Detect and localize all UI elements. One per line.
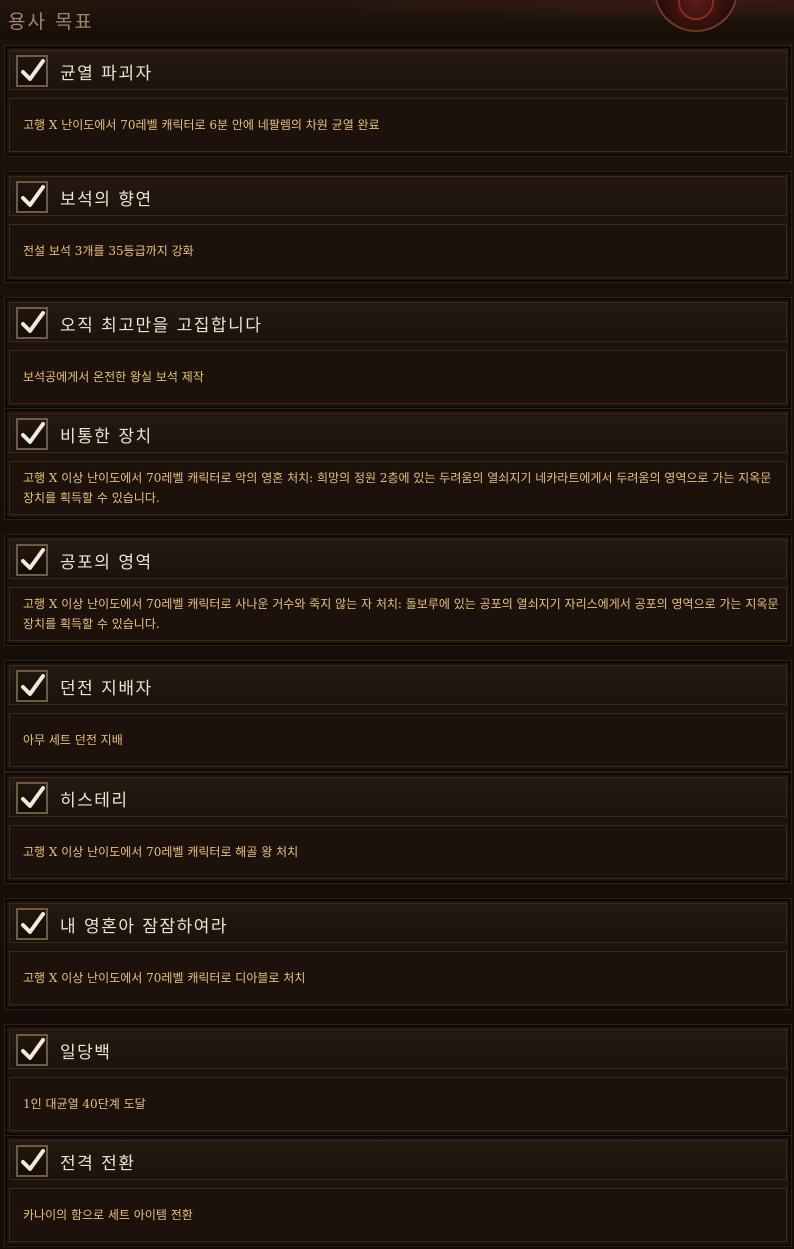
achievement-desc-box: 카나이의 함으로 세트 아이템 전환 (9, 1188, 787, 1242)
achievement-card: 내 영혼아 잠잠하여라 고행 X 이상 난이도에서 70레벨 캐릭터로 디아블로… (4, 898, 792, 1010)
achievement-title: 균열 파괴자 (60, 64, 153, 84)
achievement-title: 히스테리 (60, 791, 129, 811)
panel-header: 용사 목표 (0, 0, 794, 40)
checkmark-icon (16, 181, 48, 213)
achievement-desc-box: 1인 대균열 40단계 도달 (9, 1077, 787, 1131)
achievement-desc-box: 고행 X 이상 난이도에서 70레벨 캐릭터로 사나운 거수와 죽지 않는 자 … (9, 587, 787, 641)
achievement-card: 히스테리 고행 X 이상 난이도에서 70레벨 캐릭터로 해골 왕 처치 (4, 772, 792, 884)
achievement-title-bar: 던전 지배자 (9, 665, 787, 705)
achievement-title: 공포의 영역 (60, 553, 153, 573)
checkmark-icon (16, 1034, 48, 1066)
achievement-desc-box: 고행 X 이상 난이도에서 70레벨 캐릭터로 악의 영혼 처치: 희망의 정원… (9, 461, 787, 515)
achievement-desc: 고행 X 이상 난이도에서 70레벨 캐릭터로 해골 왕 처치 (23, 845, 299, 859)
checkmark-icon (16, 782, 48, 814)
achievement-desc: 1인 대균열 40단계 도달 (23, 1097, 146, 1111)
crest-emblem-icon (654, 0, 738, 32)
achievement-desc-box: 고행 X 난이도에서 70레벨 캐릭터로 6분 안에 네팔렘의 차원 균열 완료 (9, 98, 787, 152)
achievement-card: 보석의 향연 전설 보석 3개를 35등급까지 강화 (4, 171, 792, 283)
achievement-desc-box: 고행 X 이상 난이도에서 70레벨 캐릭터로 해골 왕 처치 (9, 825, 787, 879)
achievement-desc-box: 고행 X 이상 난이도에서 70레벨 캐릭터로 디아블로 처치 (9, 951, 787, 1005)
achievement-title-bar: 균열 파괴자 (9, 50, 787, 90)
achievement-title: 보석의 향연 (60, 190, 153, 210)
achievement-title-bar: 내 영혼아 잠잠하여라 (9, 903, 787, 943)
achievement-card: 일당백 1인 대균열 40단계 도달 (4, 1024, 792, 1136)
achievement-title-bar: 공포의 영역 (9, 539, 787, 579)
achievement-title-bar: 일당백 (9, 1029, 787, 1069)
checkmark-icon (16, 908, 48, 940)
achievement-card: 비통한 장치 고행 X 이상 난이도에서 70레벨 캐릭터로 악의 영혼 처치:… (4, 408, 792, 520)
achievement-card: 균열 파괴자 고행 X 난이도에서 70레벨 캐릭터로 6분 안에 네팔렘의 차… (4, 45, 792, 157)
achievement-desc: 전설 보석 3개를 35등급까지 강화 (23, 244, 194, 258)
achievement-title: 오직 최고만을 고집합니다 (60, 316, 263, 336)
achievement-card: 오직 최고만을 고집합니다 보석공에게서 온전한 왕실 보석 제작 (4, 297, 792, 409)
achievement-title: 일당백 (60, 1043, 112, 1063)
achievement-desc: 고행 X 이상 난이도에서 70레벨 캐릭터로 악의 영혼 처치: 희망의 정원… (23, 471, 772, 505)
achievement-card: 공포의 영역 고행 X 이상 난이도에서 70레벨 캐릭터로 사나운 거수와 죽… (4, 534, 792, 646)
achievement-desc-box: 전설 보석 3개를 35등급까지 강화 (9, 224, 787, 278)
achievement-desc: 카나이의 함으로 세트 아이템 전환 (23, 1208, 193, 1222)
achievement-card: 전격 전환 카나이의 함으로 세트 아이템 전환 (4, 1135, 792, 1247)
achievement-title-bar: 오직 최고만을 고집합니다 (9, 302, 787, 342)
achievement-title-bar: 비통한 장치 (9, 413, 787, 453)
achievement-title: 비통한 장치 (60, 427, 153, 447)
achievement-title: 전격 전환 (60, 1154, 136, 1174)
achievement-title: 내 영혼아 잠잠하여라 (60, 917, 229, 937)
achievement-desc-box: 보석공에게서 온전한 왕실 보석 제작 (9, 350, 787, 404)
achievement-title-bar: 히스테리 (9, 777, 787, 817)
checkmark-icon (16, 418, 48, 450)
checkmark-icon (16, 1145, 48, 1177)
panel-title: 용사 목표 (8, 11, 94, 33)
achievement-desc: 고행 X 이상 난이도에서 70레벨 캐릭터로 디아블로 처치 (23, 971, 306, 985)
achievement-desc: 고행 X 난이도에서 70레벨 캐릭터로 6분 안에 네팔렘의 차원 균열 완료 (23, 118, 380, 132)
checkmark-icon (16, 55, 48, 87)
achievement-desc: 보석공에게서 온전한 왕실 보석 제작 (23, 370, 204, 384)
achievement-panel: 용사 목표 균열 파괴자 고행 X 난이도에서 70레벨 캐릭터로 6분 안에 … (0, 0, 794, 1249)
checkmark-icon (16, 670, 48, 702)
achievement-card: 던전 지배자 아무 세트 던전 지배 (4, 660, 792, 772)
achievement-desc-box: 아무 세트 던전 지배 (9, 713, 787, 767)
achievement-title: 던전 지배자 (60, 679, 153, 699)
achievement-desc: 고행 X 이상 난이도에서 70레벨 캐릭터로 사나운 거수와 죽지 않는 자 … (23, 597, 779, 631)
checkmark-icon (16, 307, 48, 339)
achievement-title-bar: 전격 전환 (9, 1140, 787, 1180)
achievement-title-bar: 보석의 향연 (9, 176, 787, 216)
checkmark-icon (16, 544, 48, 576)
achievement-desc: 아무 세트 던전 지배 (23, 733, 123, 747)
